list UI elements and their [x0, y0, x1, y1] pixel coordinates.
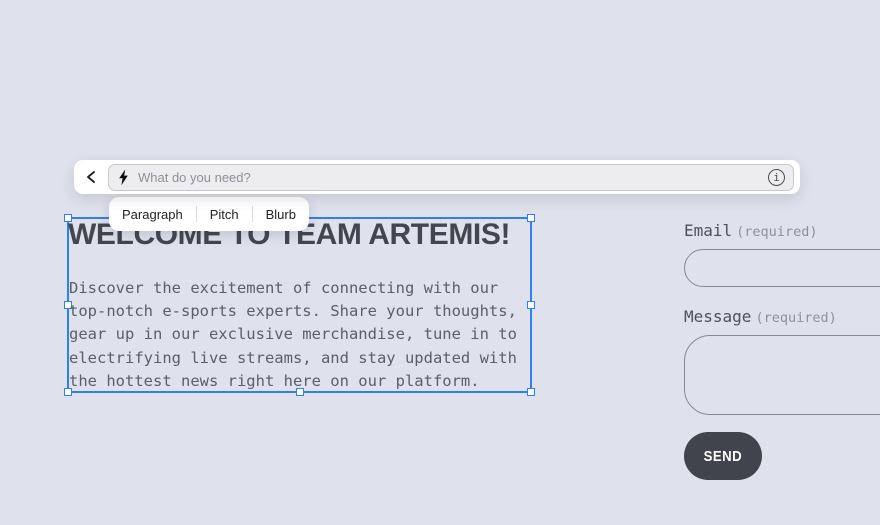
tab-blurb[interactable]: Blurb	[266, 207, 296, 222]
back-button[interactable]	[74, 160, 108, 194]
ai-prompt-input[interactable]	[138, 169, 768, 185]
email-label-row: Email (required)	[684, 221, 880, 241]
lightning-bolt-icon	[118, 169, 129, 186]
ai-toolbar: i	[74, 160, 800, 194]
message-label-row: Message (required)	[684, 307, 880, 327]
welcome-paragraph[interactable]: Discover the excitement of connecting wi…	[69, 277, 539, 393]
tab-divider	[251, 206, 253, 222]
contact-form: Email (required) Message (required) SEND	[684, 221, 880, 480]
send-button-label: SEND	[703, 447, 743, 465]
chevron-left-icon	[85, 170, 97, 184]
tab-paragraph[interactable]: Paragraph	[122, 207, 183, 222]
message-field[interactable]	[684, 335, 880, 415]
editor-canvas: { "colors": { "background": "#dfe1ec", "…	[0, 0, 880, 525]
email-required-note: (required)	[736, 224, 818, 240]
message-label: Message	[684, 307, 752, 326]
tab-pitch[interactable]: Pitch	[210, 207, 239, 222]
email-field[interactable]	[684, 249, 880, 287]
send-button[interactable]: SEND	[684, 432, 762, 480]
message-required-note: (required)	[755, 310, 837, 326]
email-label: Email	[684, 221, 733, 240]
tab-divider	[195, 206, 197, 222]
info-icon[interactable]: i	[768, 168, 785, 186]
ai-prompt-field[interactable]: i	[108, 163, 794, 191]
suggestion-tabs: Paragraph Pitch Blurb	[109, 197, 309, 231]
